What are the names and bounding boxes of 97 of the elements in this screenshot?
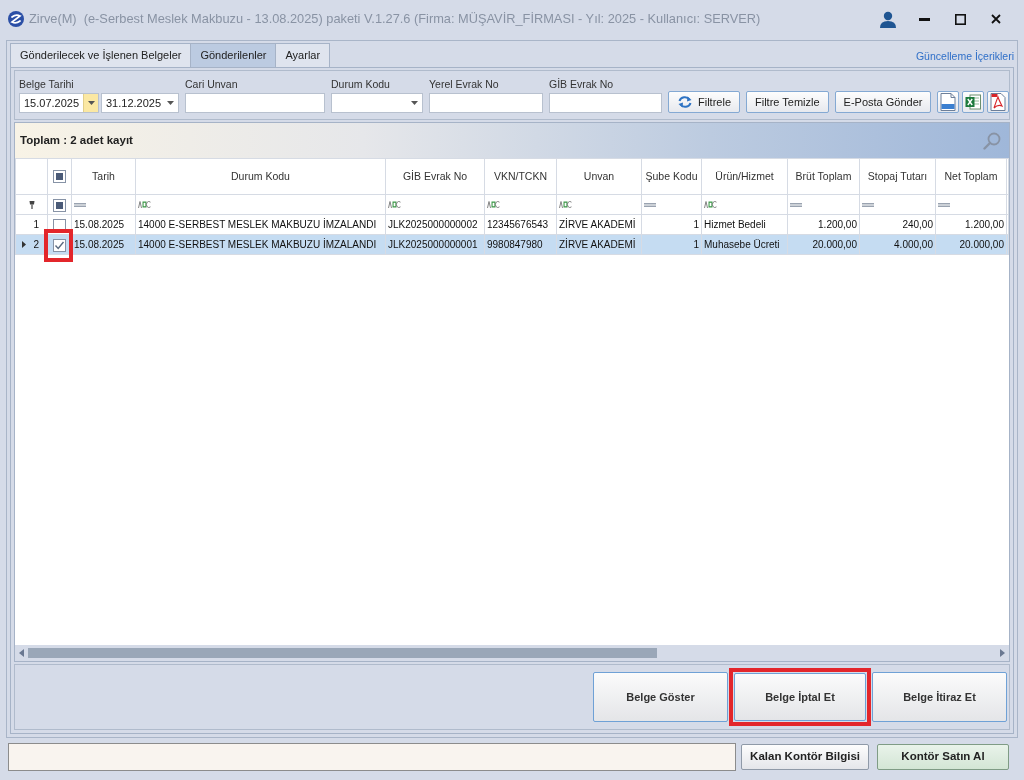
horizontal-scrollbar[interactable]: [15, 645, 1009, 661]
indeterminate-icon: [54, 171, 65, 183]
table-cell: 12345676543: [484, 214, 557, 235]
filter-field[interactable]: [135, 194, 386, 215]
input-field[interactable]: [429, 93, 543, 113]
text-filter-icon: [704, 201, 717, 208]
equals-filter-icon: [644, 202, 656, 207]
table-cell: 1.200,00: [787, 214, 860, 235]
status-button[interactable]: Kalan Kontör Bilgisi: [741, 744, 869, 770]
maximize-icon: [954, 13, 966, 25]
dropdown-field[interactable]: [331, 93, 423, 113]
field-label: Belge Tarihi: [19, 78, 75, 90]
filter-field[interactable]: [787, 194, 860, 215]
date-field[interactable]: 15.07.2025: [19, 93, 99, 113]
column-header[interactable]: Stopaj Tutarı: [859, 158, 936, 195]
checkbox[interactable]: [53, 170, 66, 184]
equals-filter-icon: [938, 202, 950, 207]
caret-icon: [411, 101, 418, 105]
filter-button[interactable]: Filtre Temizle: [746, 91, 829, 113]
checkbox[interactable]: [53, 198, 66, 212]
pin-icon: [28, 200, 35, 209]
action-button[interactable]: Belge İptal Et: [734, 673, 866, 721]
caret-icon: [167, 101, 174, 105]
filter-field[interactable]: [385, 194, 485, 215]
date-field[interactable]: 31.12.2025: [101, 93, 179, 113]
indeterminate-icon: [54, 199, 65, 211]
filter-field[interactable]: [859, 194, 936, 215]
scroll-right-icon[interactable]: [1000, 649, 1005, 657]
checkbox[interactable]: [53, 238, 66, 252]
input-field[interactable]: [185, 93, 325, 113]
column-header[interactable]: GİB Evrak No: [385, 158, 485, 195]
filter-field[interactable]: [556, 194, 642, 215]
pdf-file-icon: [990, 93, 1007, 111]
table-row[interactable]: 1 15.08.2025 14000 E-SERBEST MESLEK MAKBUZU İMZALANDI JLK2025000000002 12345676543 ZİRVE AKADEMİ 1 Hizmet Bedeli 1.200,00 240,00 1.200,00: [15, 214, 1009, 235]
xml-file-icon: [940, 93, 957, 111]
column-header[interactable]: VKN/TCKN: [484, 158, 557, 195]
filter-button[interactable]: Filtrele: [668, 91, 740, 113]
tab[interactable]: Ayarlar: [275, 43, 331, 67]
row-number: 1: [33, 218, 39, 232]
tab[interactable]: Gönderilenler: [190, 43, 277, 67]
row-number: 2: [33, 238, 39, 252]
filter-field[interactable]: [935, 194, 1007, 215]
filter-field[interactable]: [701, 194, 788, 215]
column-header[interactable]: Şube Kodu: [641, 158, 702, 195]
update-notes-link[interactable]: Güncelleme İçerikleri: [915, 45, 1014, 65]
user-icon: [880, 10, 896, 28]
column-header[interactable]: Brüt Toplam: [787, 158, 860, 195]
field-label: Cari Unvan: [185, 78, 239, 90]
scroll-left-icon[interactable]: [19, 649, 24, 657]
table-cell: 1.200,00: [935, 214, 1007, 235]
field-label: GİB Evrak No: [549, 78, 615, 90]
table-cell: 1: [641, 214, 702, 235]
spreadsheet-icon: [965, 94, 982, 110]
text-filter-icon: [138, 201, 151, 208]
column-header[interactable]: Durum Kodu: [135, 158, 386, 195]
refresh-icon: [677, 95, 693, 109]
column-header[interactable]: Unvan: [556, 158, 642, 195]
filter-field[interactable]: [641, 194, 702, 215]
scrollbar-thumb[interactable]: [28, 648, 658, 658]
excel-export-button[interactable]: [962, 91, 985, 113]
filter-field[interactable]: [484, 194, 557, 215]
record-count: Toplam : 2 adet kayıt: [20, 132, 133, 148]
close-icon: [991, 14, 1001, 24]
table-cell: 240,00: [859, 214, 936, 235]
window-title: Zirve(M) (e-Serbest Meslek Makbuzu - 13.08.2025) paketi V.1.27.6 (Firma: MÜŞAVİR_FİRMASI - Yıl: 2025 - Kullanıcı: SERVER): [29, 10, 761, 29]
table-cell: Hizmet Bedeli: [701, 214, 788, 235]
equals-filter-icon: [74, 202, 86, 207]
equals-filter-icon: [862, 202, 874, 207]
field-label: Durum Kodu: [331, 78, 391, 90]
pdf-export-button[interactable]: [987, 91, 1010, 113]
xml-export-button[interactable]: [937, 91, 960, 113]
equals-filter-icon: [790, 202, 802, 207]
text-filter-icon: [388, 201, 401, 208]
tab[interactable]: Gönderilecek ve İşlenen Belgeler: [10, 43, 192, 67]
logo-icon: [8, 11, 24, 27]
table-cell: JLK2025000000002: [385, 214, 485, 235]
action-button[interactable]: Belge Göster: [593, 672, 728, 722]
column-header[interactable]: Ürün/Hizmet: [701, 158, 788, 195]
caret-icon: [87, 101, 95, 105]
text-filter-icon: [559, 201, 572, 208]
table-cell: 15.08.2025: [71, 214, 136, 235]
checkmark-icon: [54, 239, 65, 251]
column-header[interactable]: Net Toplam: [935, 158, 1007, 195]
action-button[interactable]: Belge İtiraz Et: [872, 672, 1007, 722]
field-label: Yerel Evrak No: [429, 78, 500, 90]
filter-field[interactable]: [71, 194, 136, 215]
table-cell: 14000 E-SERBEST MESLEK MAKBUZU İMZALANDI: [135, 214, 386, 235]
table-cell: ZİRVE AKADEMİ: [556, 214, 642, 235]
minimize-icon: [918, 17, 930, 21]
row-indicator-icon: [22, 241, 26, 248]
input-field[interactable]: [549, 93, 662, 113]
filter-button[interactable]: E-Posta Gönder: [834, 91, 932, 113]
column-header[interactable]: Tarih: [71, 158, 136, 195]
search-icon[interactable]: [983, 131, 1001, 150]
text-filter-icon: [487, 201, 500, 208]
dropdown-button[interactable]: [83, 94, 98, 112]
status-button[interactable]: Kontör Satın Al: [877, 744, 1009, 770]
